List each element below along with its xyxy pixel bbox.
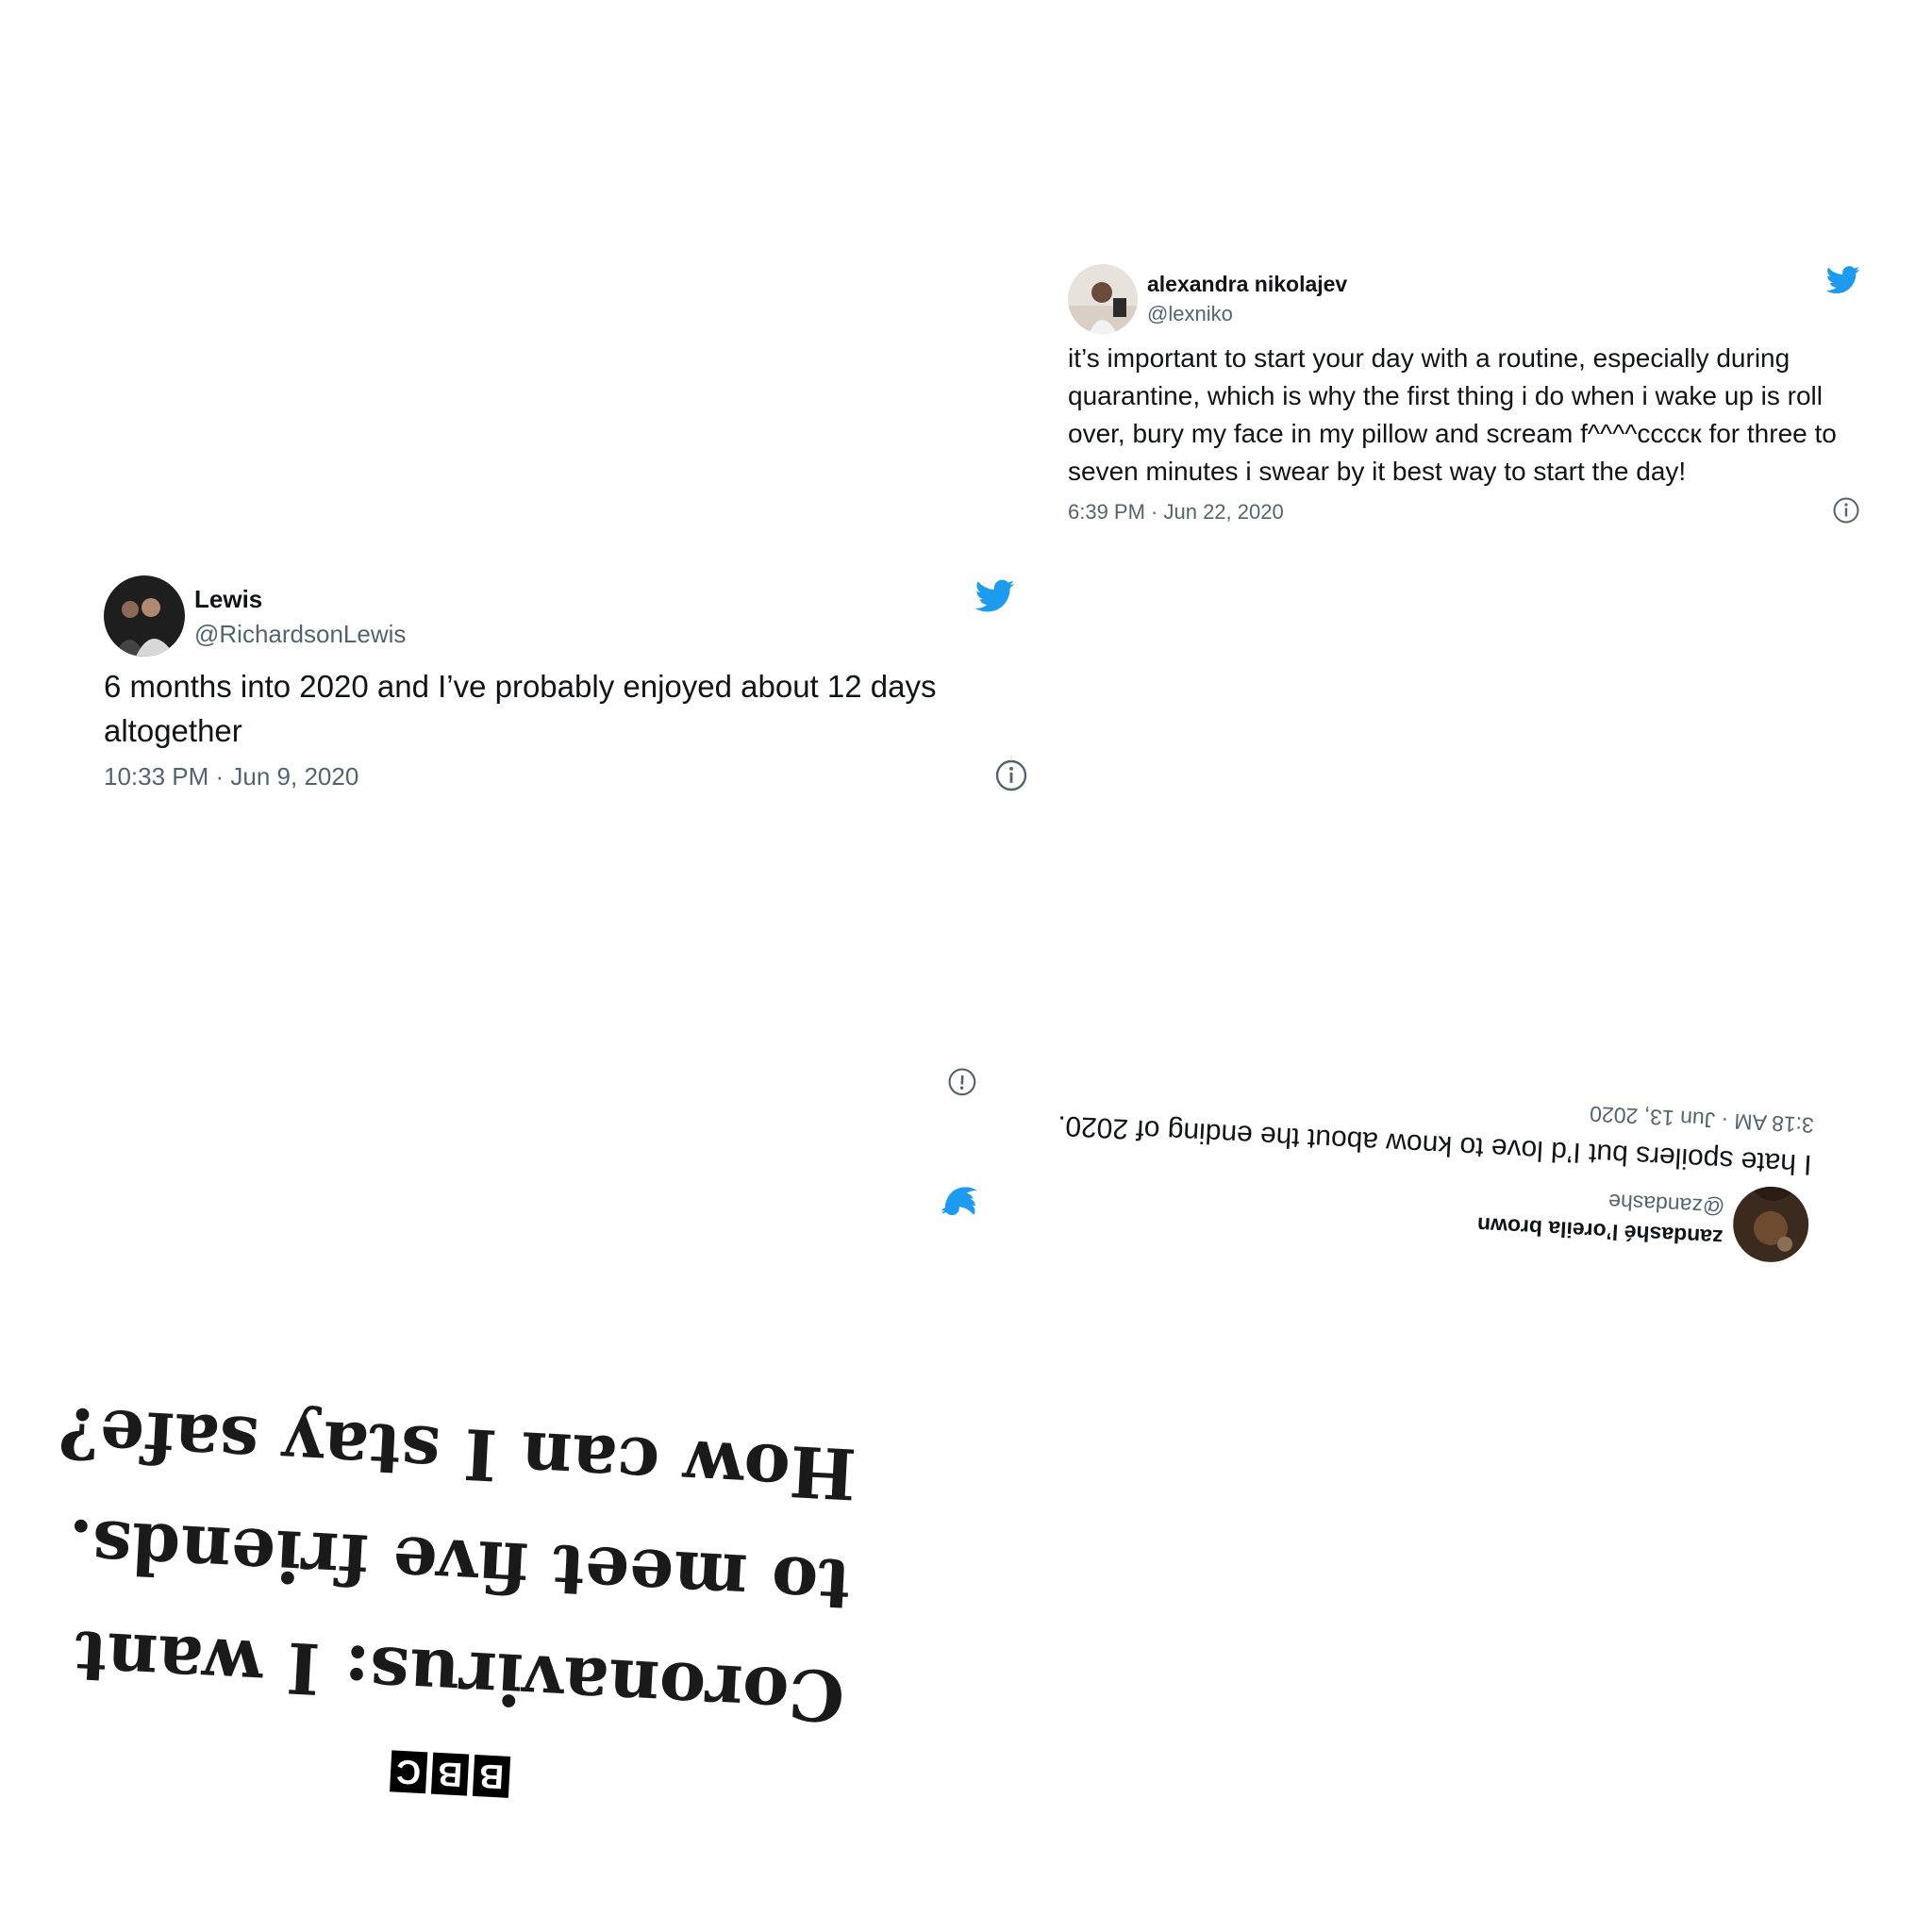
handle[interactable]: @lexniko <box>1147 302 1347 326</box>
name-block: zandashé l’oreila brown @zandashe <box>1476 1182 1724 1250</box>
avatar[interactable] <box>104 575 185 657</box>
bbc-headline[interactable]: Coronavirus: I want to meet five friends… <box>31 1375 858 1752</box>
avatar[interactable] <box>1731 1184 1811 1264</box>
tweet-card-lewis[interactable]: Lewis @RichardsonLewis 6 months into 202… <box>104 575 1028 800</box>
timestamp[interactable]: 3:18 AM · Jun 13, 2020 <box>1590 1102 1815 1138</box>
twitter-bird-icon[interactable] <box>1825 266 1860 294</box>
display-name[interactable]: Lewis <box>194 585 406 614</box>
tweet-text: 6 months into 2020 and I’ve probably enj… <box>104 669 937 748</box>
info-icon[interactable] <box>946 1066 978 1098</box>
avatar[interactable] <box>1068 264 1138 334</box>
tweet-text: it’s important to start your day with a … <box>1068 343 1837 486</box>
bbc-logo[interactable]: B B C <box>28 1731 511 1798</box>
handle[interactable]: @RichardsonLewis <box>194 620 406 649</box>
bbc-article-card[interactable]: B B C Coronavirus: I want to meet five f… <box>28 1375 859 1815</box>
tweet-footer: 6:39 PM · Jun 22, 2020 <box>1068 497 1860 528</box>
bbc-logo-letter: B <box>430 1752 470 1796</box>
bbc-logo-letter: B <box>472 1754 511 1798</box>
tweet-header: Lewis @RichardsonLewis <box>104 575 1028 657</box>
twitter-bird-icon[interactable] <box>974 579 1015 613</box>
name-block: Lewis @RichardsonLewis <box>194 585 406 649</box>
tweet-card-zandashe[interactable]: zandashé l’oreila brown @zandashe I hate… <box>940 1062 1814 1264</box>
info-icon[interactable] <box>1832 496 1860 525</box>
tweet-card-alexandra[interactable]: alexandra nikolajev @lexniko it’s import… <box>1068 264 1860 528</box>
name-block: alexandra nikolajev @lexniko <box>1147 272 1347 326</box>
timestamp[interactable]: 10:33 PM · Jun 9, 2020 <box>104 762 358 791</box>
twitter-bird-icon[interactable] <box>940 1185 978 1217</box>
timestamp[interactable]: 6:39 PM · Jun 22, 2020 <box>1068 500 1284 524</box>
info-icon[interactable] <box>994 758 1028 792</box>
tweet-footer: 10:33 PM · Jun 9, 2020 <box>104 759 1028 800</box>
display-name[interactable]: alexandra nikolajev <box>1147 272 1347 297</box>
tweet-header: alexandra nikolajev @lexniko <box>1068 264 1860 340</box>
bbc-logo-letter: C <box>390 1750 428 1794</box>
